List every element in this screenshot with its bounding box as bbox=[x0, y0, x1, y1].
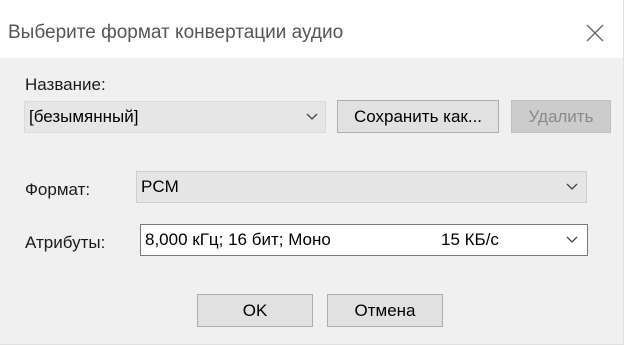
attributes-value: 8,000 кГц; 16 бит; Моно bbox=[145, 230, 331, 249]
attributes-label: Атрибуты: bbox=[25, 233, 106, 252]
delete-button[interactable]: Удалить bbox=[511, 100, 611, 133]
title-bar[interactable]: Выберите формат конвертации аудио bbox=[0, 0, 623, 58]
chevron-down-icon bbox=[306, 113, 318, 120]
convert-audio-dialog: Выберите формат конвертации аудио Назван… bbox=[0, 0, 624, 345]
attributes-rate: 15 КБ/с bbox=[441, 230, 499, 249]
format-label: Формат: bbox=[25, 180, 91, 199]
attributes-combobox[interactable]: 8,000 кГц; 16 бит; Моно 15 КБ/с bbox=[140, 224, 588, 256]
preset-name-combobox[interactable]: [безымянный] bbox=[24, 101, 326, 133]
save-as-button[interactable]: Сохранить как... bbox=[337, 100, 499, 133]
chevron-down-icon bbox=[566, 183, 578, 190]
chevron-down-icon bbox=[566, 236, 578, 243]
dialog-title: Выберите формат конвертации аудио bbox=[8, 22, 344, 43]
preset-name-value: [безымянный] bbox=[29, 107, 139, 126]
format-value: PCM bbox=[141, 177, 179, 196]
cancel-button[interactable]: Отмена bbox=[327, 294, 443, 327]
format-combobox[interactable]: PCM bbox=[136, 171, 587, 203]
close-icon[interactable] bbox=[584, 22, 606, 44]
ok-button[interactable]: OK bbox=[197, 294, 313, 327]
name-label: Название: bbox=[25, 75, 106, 94]
